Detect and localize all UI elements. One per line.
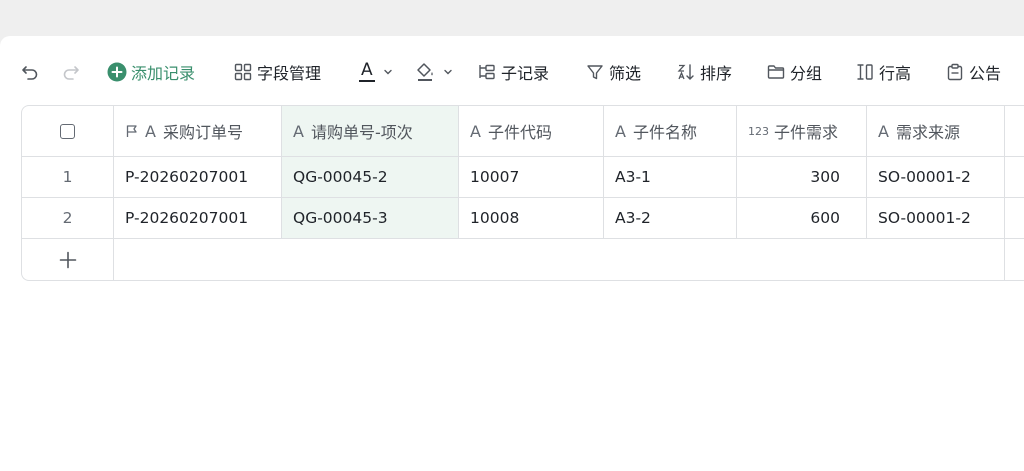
add-record-label: 添加记录 xyxy=(131,64,196,83)
text-field-icon: A xyxy=(470,121,481,141)
column-header-label: 子件需求 xyxy=(774,123,839,142)
table-header-row: A 采购订单号 A 请购单号-项次 A 子件代码 A 子件名称 123 子件需求… xyxy=(22,106,1024,156)
clipboard-icon xyxy=(947,63,963,81)
group-label: 分组 xyxy=(790,64,823,83)
text-color-button[interactable]: A xyxy=(358,60,393,84)
fill-color-button[interactable] xyxy=(416,60,453,84)
grid-icon xyxy=(234,63,252,81)
row-height-button[interactable]: 行高 xyxy=(856,60,911,84)
cell-part-demand[interactable]: 300 xyxy=(737,157,867,197)
filter-label: 筛选 xyxy=(609,64,642,83)
data-table: A 采购订单号 A 请购单号-项次 A 子件代码 A 子件名称 123 子件需求… xyxy=(21,105,1024,281)
select-all-cell xyxy=(22,106,114,156)
field-manage-label: 字段管理 xyxy=(257,64,322,83)
chevron-down-icon xyxy=(384,69,392,75)
add-row xyxy=(22,239,1024,280)
table-row[interactable]: 2 P-20260207001 QG-00045-3 10008 A3-2 60… xyxy=(22,198,1024,238)
sub-record-button[interactable]: 子记录 xyxy=(478,60,549,84)
cell-requisition-item[interactable]: QG-00045-2 xyxy=(282,157,459,197)
sort-button[interactable]: 排序 xyxy=(677,60,732,84)
number-field-icon: 123 xyxy=(748,124,769,138)
sub-record-label: 子记录 xyxy=(501,64,550,83)
cell-part-name[interactable]: A3-1 xyxy=(604,157,737,197)
column-header-label: 子件名称 xyxy=(632,123,697,142)
plus-icon xyxy=(59,251,76,268)
announcement-label: 公告 xyxy=(969,64,1002,83)
column-header-label: 请购单号-项次 xyxy=(310,123,413,142)
text-field-icon: A xyxy=(145,121,156,141)
hierarchy-icon xyxy=(479,64,495,80)
table-view-panel: 添加记录 字段管理 A 子记录 筛选 排序 分组 行高 公告 A 采购订单号 A… xyxy=(0,36,1024,471)
column-header-requisition-item[interactable]: A 请购单号-项次 xyxy=(282,106,459,156)
cell-po-number[interactable]: P-20260207001 xyxy=(114,157,282,197)
plus-circle-icon xyxy=(107,62,127,82)
cell-requisition-item[interactable]: QG-00045-3 xyxy=(282,198,459,238)
filter-button[interactable]: 筛选 xyxy=(586,60,641,84)
column-header-part-demand[interactable]: 123 子件需求 xyxy=(737,106,867,156)
add-row-button[interactable] xyxy=(22,239,114,280)
table-row[interactable]: 1 P-20260207001 QG-00045-2 10007 A3-1 30… xyxy=(22,157,1024,197)
chevron-down-icon xyxy=(444,69,452,75)
cell-part-code[interactable]: 10008 xyxy=(459,198,604,238)
folder-icon xyxy=(767,65,785,79)
row-index: 2 xyxy=(22,198,114,238)
add-row-area[interactable] xyxy=(114,239,1005,280)
row-height-label: 行高 xyxy=(879,64,912,83)
sort-icon xyxy=(677,64,694,80)
column-header-label: 需求来源 xyxy=(895,123,960,142)
announcement-button[interactable]: 公告 xyxy=(946,60,1001,84)
cell-part-name[interactable]: A3-2 xyxy=(604,198,737,238)
text-color-letter: A xyxy=(361,60,373,80)
column-header-label: 子件代码 xyxy=(487,123,552,142)
redo-button[interactable] xyxy=(61,60,81,84)
redo-icon xyxy=(63,66,79,80)
paint-bucket-icon xyxy=(417,63,433,81)
toolbar: 添加记录 字段管理 A 子记录 筛选 排序 分组 行高 公告 xyxy=(0,36,1024,106)
add-field-cell[interactable] xyxy=(1005,106,1024,156)
group-button[interactable]: 分组 xyxy=(767,60,822,84)
add-record-button[interactable]: 添加记录 xyxy=(107,60,195,84)
undo-icon xyxy=(22,66,38,80)
column-header-part-code[interactable]: A 子件代码 xyxy=(459,106,604,156)
cell-part-code[interactable]: 10007 xyxy=(459,157,604,197)
column-header-po-number[interactable]: A 采购订单号 xyxy=(114,106,282,156)
text-color-icon: A xyxy=(358,60,376,83)
column-header-label: 采购订单号 xyxy=(162,123,243,142)
row-height-icon xyxy=(857,64,873,80)
column-header-demand-source[interactable]: A 需求来源 xyxy=(867,106,1005,156)
row-index: 1 xyxy=(22,157,114,197)
select-all-checkbox[interactable] xyxy=(60,123,75,139)
field-manage-button[interactable]: 字段管理 xyxy=(234,60,321,84)
cell-part-demand[interactable]: 600 xyxy=(737,198,867,238)
text-field-icon: A xyxy=(615,121,626,141)
primary-field-flag-icon xyxy=(126,125,137,137)
text-field-icon: A xyxy=(293,121,304,141)
sort-label: 排序 xyxy=(700,64,733,83)
filter-icon xyxy=(587,65,603,80)
cell-po-number[interactable]: P-20260207001 xyxy=(114,198,282,238)
column-header-part-name[interactable]: A 子件名称 xyxy=(604,106,737,156)
undo-button[interactable] xyxy=(20,60,40,84)
cell-demand-source[interactable]: SO-00001-2 xyxy=(867,198,1005,238)
text-field-icon: A xyxy=(878,121,889,141)
cell-demand-source[interactable]: SO-00001-2 xyxy=(867,157,1005,197)
